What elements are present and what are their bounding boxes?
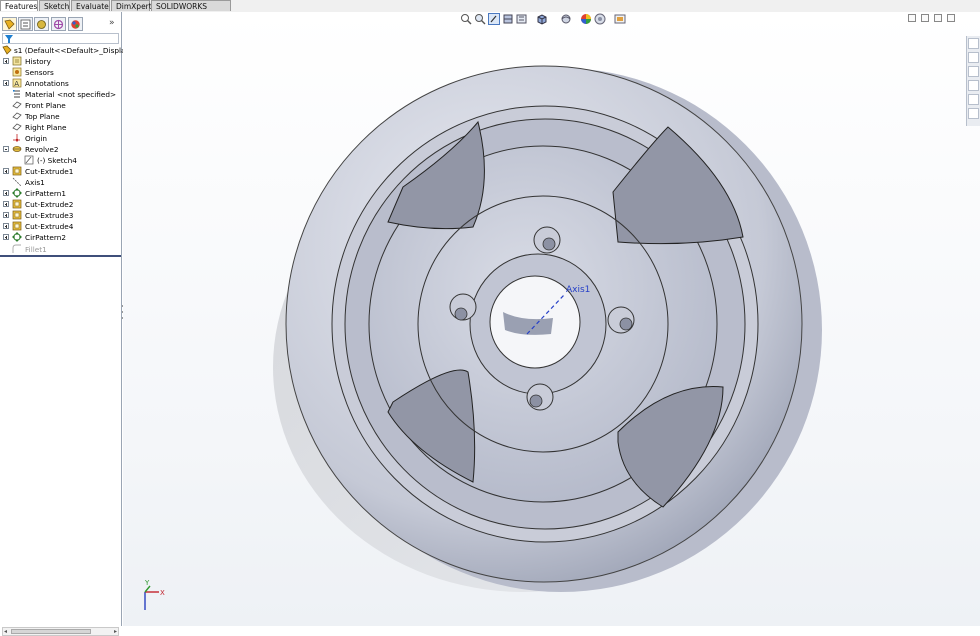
design-library-icon[interactable]: [968, 52, 979, 63]
model-view[interactable]: Axis1 X Y: [123, 12, 980, 626]
expand-toggle[interactable]: [3, 234, 9, 240]
material-icon: [13, 90, 20, 98]
pane-expand-chevron-icon[interactable]: »: [109, 18, 115, 28]
expand-toggle[interactable]: [3, 212, 9, 218]
configuration-manager-icon: [37, 20, 46, 29]
dimxpert-icon: [53, 19, 64, 30]
axis1-label[interactable]: Axis1: [566, 285, 590, 295]
expand-toggle[interactable]: [3, 80, 9, 86]
origin-icon: [13, 134, 20, 142]
triad-y-label: Y: [144, 579, 150, 587]
pane-horizontal-scrollbar[interactable]: ◂ ▸: [2, 627, 119, 636]
expand-toggle[interactable]: [3, 168, 9, 174]
tab-features[interactable]: Features: [0, 0, 38, 11]
tab-evaluate[interactable]: Evaluate: [71, 0, 110, 11]
tab-sketch[interactable]: Sketch: [39, 0, 70, 11]
filter-icon: [5, 35, 13, 43]
rollback-bar[interactable]: [0, 255, 121, 257]
view-palette-icon[interactable]: [968, 80, 979, 91]
solidworks-resources-icon[interactable]: [968, 38, 979, 49]
axis-icon: [12, 177, 22, 187]
svg-text:A: A: [14, 80, 19, 88]
scroll-left-arrow-icon[interactable]: ◂: [4, 628, 7, 635]
tab-dimxpert[interactable]: DimXpert: [111, 0, 152, 11]
expand-toggle[interactable]: [3, 223, 9, 229]
scrollbar-thumb[interactable]: [11, 629, 91, 634]
revolve-icon: [12, 146, 22, 152]
appearances-scenes-icon[interactable]: [968, 94, 979, 105]
tree-filter-bar[interactable]: [2, 33, 119, 44]
collapse-toggle[interactable]: [3, 146, 9, 152]
expand-toggle[interactable]: [3, 201, 9, 207]
tree-root-label: s1 (Default<<Default>_Display S: [14, 46, 137, 55]
cut-extrude-icon: [12, 199, 22, 209]
custom-properties-icon[interactable]: [968, 108, 979, 119]
cut-extrude-icon: [12, 166, 22, 176]
task-pane: [966, 36, 980, 126]
triad-x-label: X: [160, 589, 165, 597]
command-manager-tabs: Features Sketch Evaluate DimXpert SOLIDW…: [0, 0, 980, 22]
display-manager-icon: [71, 20, 80, 29]
configuration-manager-tab[interactable]: [34, 17, 49, 31]
dimxpert-manager-tab[interactable]: [51, 17, 66, 31]
file-explorer-icon[interactable]: [968, 66, 979, 77]
plane-icon: [12, 101, 22, 109]
fillet-icon: [12, 244, 21, 253]
view-triad: X Y: [144, 579, 165, 610]
graphics-area[interactable]: Axis1 X Y: [123, 12, 980, 626]
expand-toggle[interactable]: [3, 190, 9, 196]
annotations-icon: A: [12, 78, 22, 88]
feature-manager-icon: [4, 19, 15, 30]
feature-manager-tab[interactable]: [2, 17, 17, 31]
plane-icon: [12, 123, 22, 131]
circular-pattern-icon: [12, 232, 22, 242]
property-manager-tab[interactable]: [18, 17, 33, 31]
display-manager-tab[interactable]: [68, 17, 83, 31]
pane-tabs: »: [0, 16, 121, 32]
scroll-right-arrow-icon[interactable]: ▸: [114, 628, 117, 635]
sensors-icon: [12, 67, 22, 77]
property-manager-icon: [20, 19, 31, 30]
expand-toggle[interactable]: [3, 58, 9, 64]
tab-solidworks-addins[interactable]: SOLIDWORKS Add-Ins: [151, 0, 231, 22]
circular-pattern-icon: [12, 188, 22, 198]
history-icon: [12, 56, 22, 66]
cut-extrude-icon: [12, 221, 22, 231]
feature-manager-pane: » s1 (Default<<Default>_Display S Histor…: [0, 12, 137, 636]
sketch-icon: [24, 155, 34, 165]
cut-extrude-icon: [12, 210, 22, 220]
part-icon: [2, 45, 12, 55]
plane-icon: [12, 112, 22, 120]
